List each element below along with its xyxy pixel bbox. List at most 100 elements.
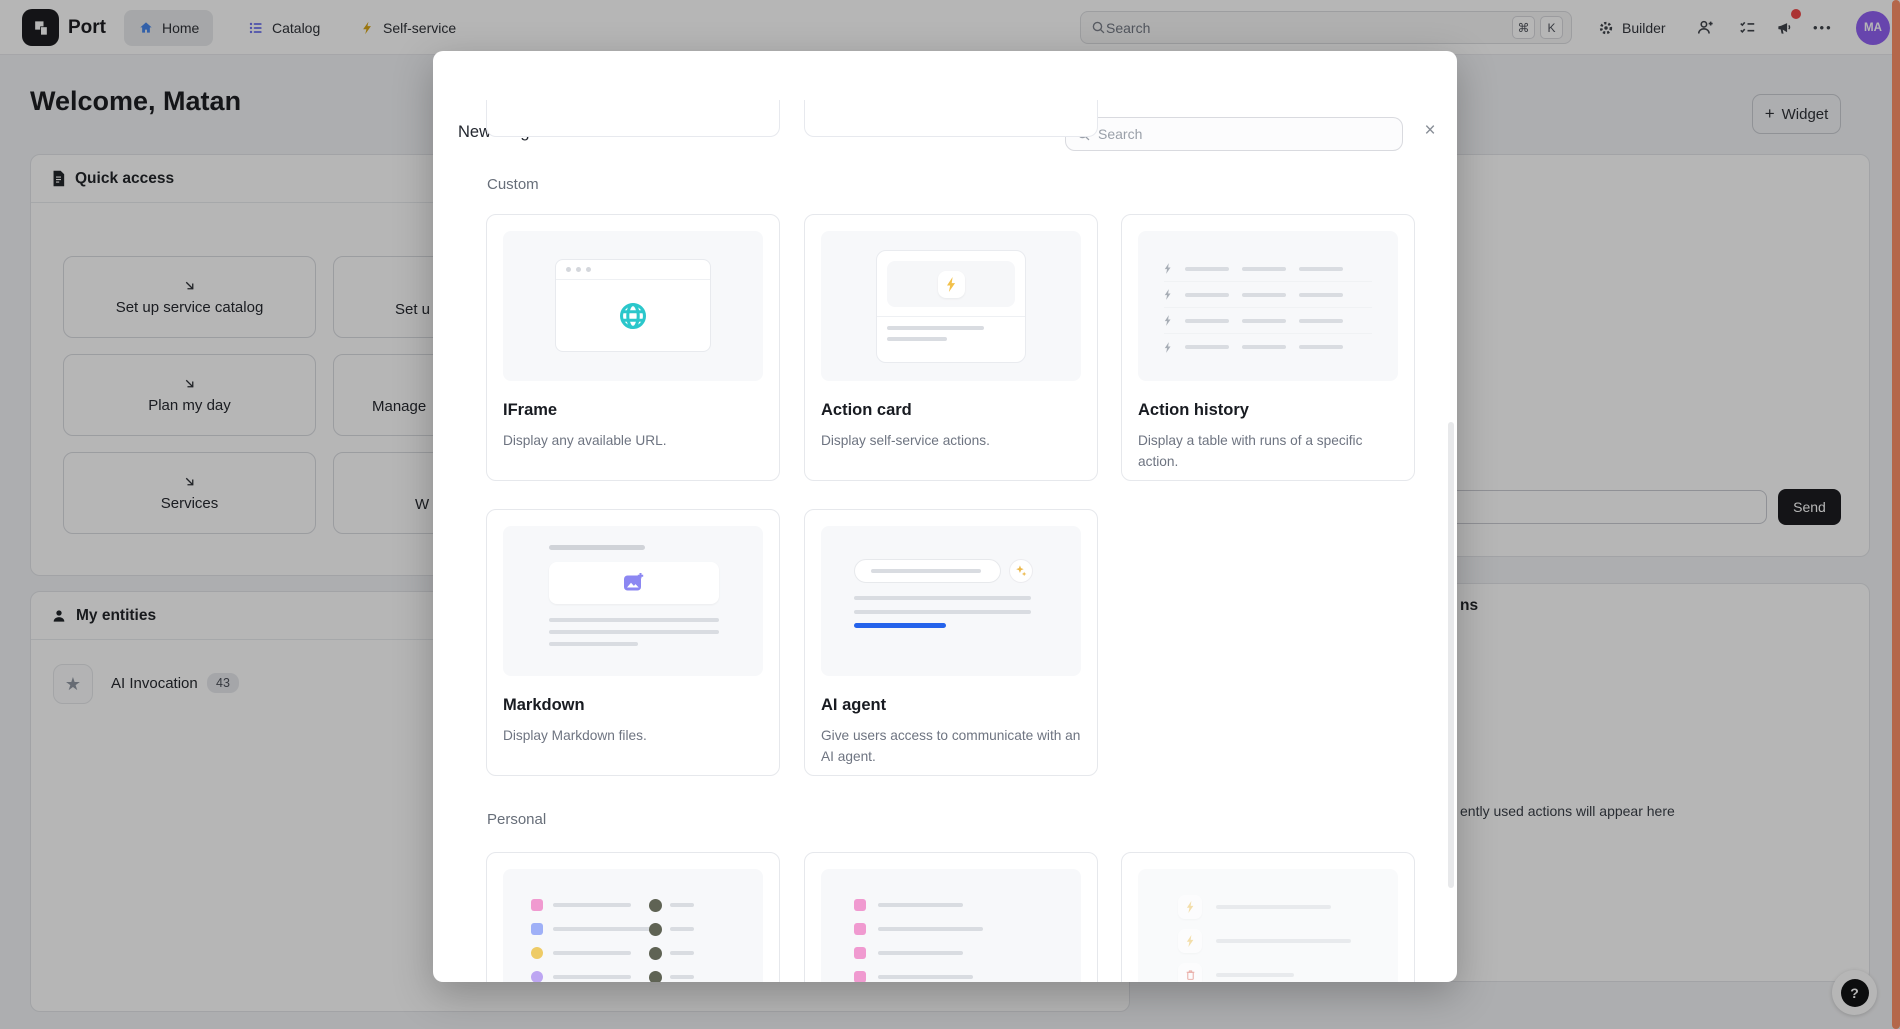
section-heading-custom: Custom: [487, 176, 539, 193]
skeleton-bar: [1299, 267, 1343, 271]
modal-scrollbar-thumb[interactable]: [1448, 422, 1454, 888]
widget-title: AI agent: [821, 696, 1081, 715]
dark-avatar-dot: [649, 899, 662, 912]
lightning-icon: [1164, 289, 1172, 300]
skeleton-bar: [878, 951, 963, 955]
skeleton-bar: [1242, 345, 1286, 349]
skeleton-bar: [553, 975, 631, 979]
personal-list-illustration: [821, 869, 1081, 982]
blue-gear-icon: [531, 923, 543, 935]
skeleton-bar: [887, 326, 984, 330]
personal-table-illustration: [503, 869, 763, 982]
lightning-icon: [1186, 935, 1195, 947]
skeleton-bar: [549, 630, 719, 634]
skeleton-bar: [1216, 939, 1351, 943]
dark-avatar-dot: [649, 947, 662, 960]
browser-window-mockup: [555, 259, 711, 352]
blue-link-bar: [854, 623, 946, 628]
widget-description: Give users access to communicate with an…: [821, 726, 1081, 767]
image-icon: [622, 571, 646, 595]
skeleton-bar: [670, 975, 694, 979]
skeleton-bar: [549, 545, 645, 550]
markdown-illustration: [503, 526, 763, 676]
dark-avatar-dot: [649, 923, 662, 936]
skeleton-bar: [1185, 267, 1229, 271]
new-widget-modal: New widget × Custom IFrame Display any a…: [433, 51, 1457, 982]
modal-search-input[interactable]: [1098, 126, 1392, 142]
sparkles-icon: [1014, 564, 1028, 578]
modal-search[interactable]: [1065, 117, 1403, 151]
widget-card-action-history[interactable]: Action history Display a table with runs…: [1121, 214, 1415, 481]
lightning-icon: [945, 277, 958, 292]
widget-card-action-card[interactable]: Action card Display self-service actions…: [804, 214, 1098, 481]
widget-card-stub[interactable]: [486, 100, 780, 137]
skeleton-bar: [1299, 319, 1343, 323]
lightning-icon: [1164, 342, 1172, 353]
skeleton-bar: [854, 596, 1031, 600]
skeleton-bar: [1299, 293, 1343, 297]
close-icon[interactable]: ×: [1415, 116, 1445, 146]
action-history-illustration: [1138, 231, 1398, 381]
widget-card-personal-1[interactable]: [486, 852, 780, 982]
skeleton-bar: [670, 903, 694, 907]
widget-description: Display self-service actions.: [821, 431, 1081, 452]
dark-avatar-dot: [649, 971, 662, 983]
skeleton-bar: [878, 927, 983, 931]
widget-title: IFrame: [503, 401, 763, 420]
skeleton-bar: [887, 337, 947, 341]
skeleton-bar: [1185, 319, 1229, 323]
skeleton-bar: [1242, 319, 1286, 323]
lightning-icon: [1164, 263, 1172, 274]
skeleton-bar: [878, 975, 973, 979]
pink-cube-icon: [854, 947, 866, 959]
skeleton-bar: [1185, 345, 1229, 349]
widget-description: Display a table with runs of a specific …: [1138, 431, 1398, 472]
action-card-illustration: [821, 231, 1081, 381]
skeleton-bar: [1216, 905, 1331, 909]
skeleton-bar: [553, 951, 631, 955]
purple-blob-icon: [531, 971, 543, 982]
skeleton-bar: [1242, 267, 1286, 271]
widget-card-markdown[interactable]: Markdown Display Markdown files.: [486, 509, 780, 776]
skeleton-bar: [871, 569, 981, 573]
personal-runs-illustration: [1138, 869, 1398, 982]
skeleton-bar: [878, 903, 963, 907]
yellow-dots-icon: [531, 947, 543, 959]
widget-card-ai-agent[interactable]: AI agent Give users access to communicat…: [804, 509, 1098, 776]
widget-card-personal-2[interactable]: [804, 852, 1098, 982]
pink-cube-icon: [854, 971, 866, 982]
widget-title: Markdown: [503, 696, 763, 715]
globe-icon: [617, 300, 649, 332]
browser-bar: [556, 260, 710, 280]
skeleton-bar: [1185, 293, 1229, 297]
screen: Port Home Catalog Self-service ⌘ K Build…: [0, 0, 1900, 1029]
skeleton-bar: [1299, 345, 1343, 349]
skeleton-bar: [1216, 973, 1294, 977]
widget-card-iframe[interactable]: IFrame Display any available URL.: [486, 214, 780, 481]
skeleton-bar: [553, 903, 631, 907]
ai-agent-illustration: [821, 526, 1081, 676]
widget-card-stub[interactable]: [804, 100, 1098, 137]
skeleton-bar: [549, 618, 719, 622]
skeleton-bar: [1242, 293, 1286, 297]
lightning-icon: [1186, 901, 1195, 913]
iframe-illustration: [503, 231, 763, 381]
input-pill-mockup: [854, 559, 1001, 583]
widget-card-personal-3[interactable]: [1121, 852, 1415, 982]
skeleton-bar: [854, 610, 1031, 614]
skeleton-bar: [553, 927, 651, 931]
pink-cube-icon: [531, 899, 543, 911]
widget-title: Action history: [1138, 401, 1398, 420]
skeleton-bar: [670, 927, 694, 931]
pink-cube-icon: [854, 923, 866, 935]
widget-description: Display Markdown files.: [503, 726, 763, 747]
section-heading-personal: Personal: [487, 811, 546, 828]
pink-cube-icon: [854, 899, 866, 911]
skeleton-bar: [549, 642, 638, 646]
page-scrollbar[interactable]: [1892, 0, 1900, 1029]
widget-title: Action card: [821, 401, 1081, 420]
trash-icon: [1185, 969, 1196, 981]
skeleton-bar: [670, 951, 694, 955]
lightning-icon: [1164, 315, 1172, 326]
widget-description: Display any available URL.: [503, 431, 763, 452]
